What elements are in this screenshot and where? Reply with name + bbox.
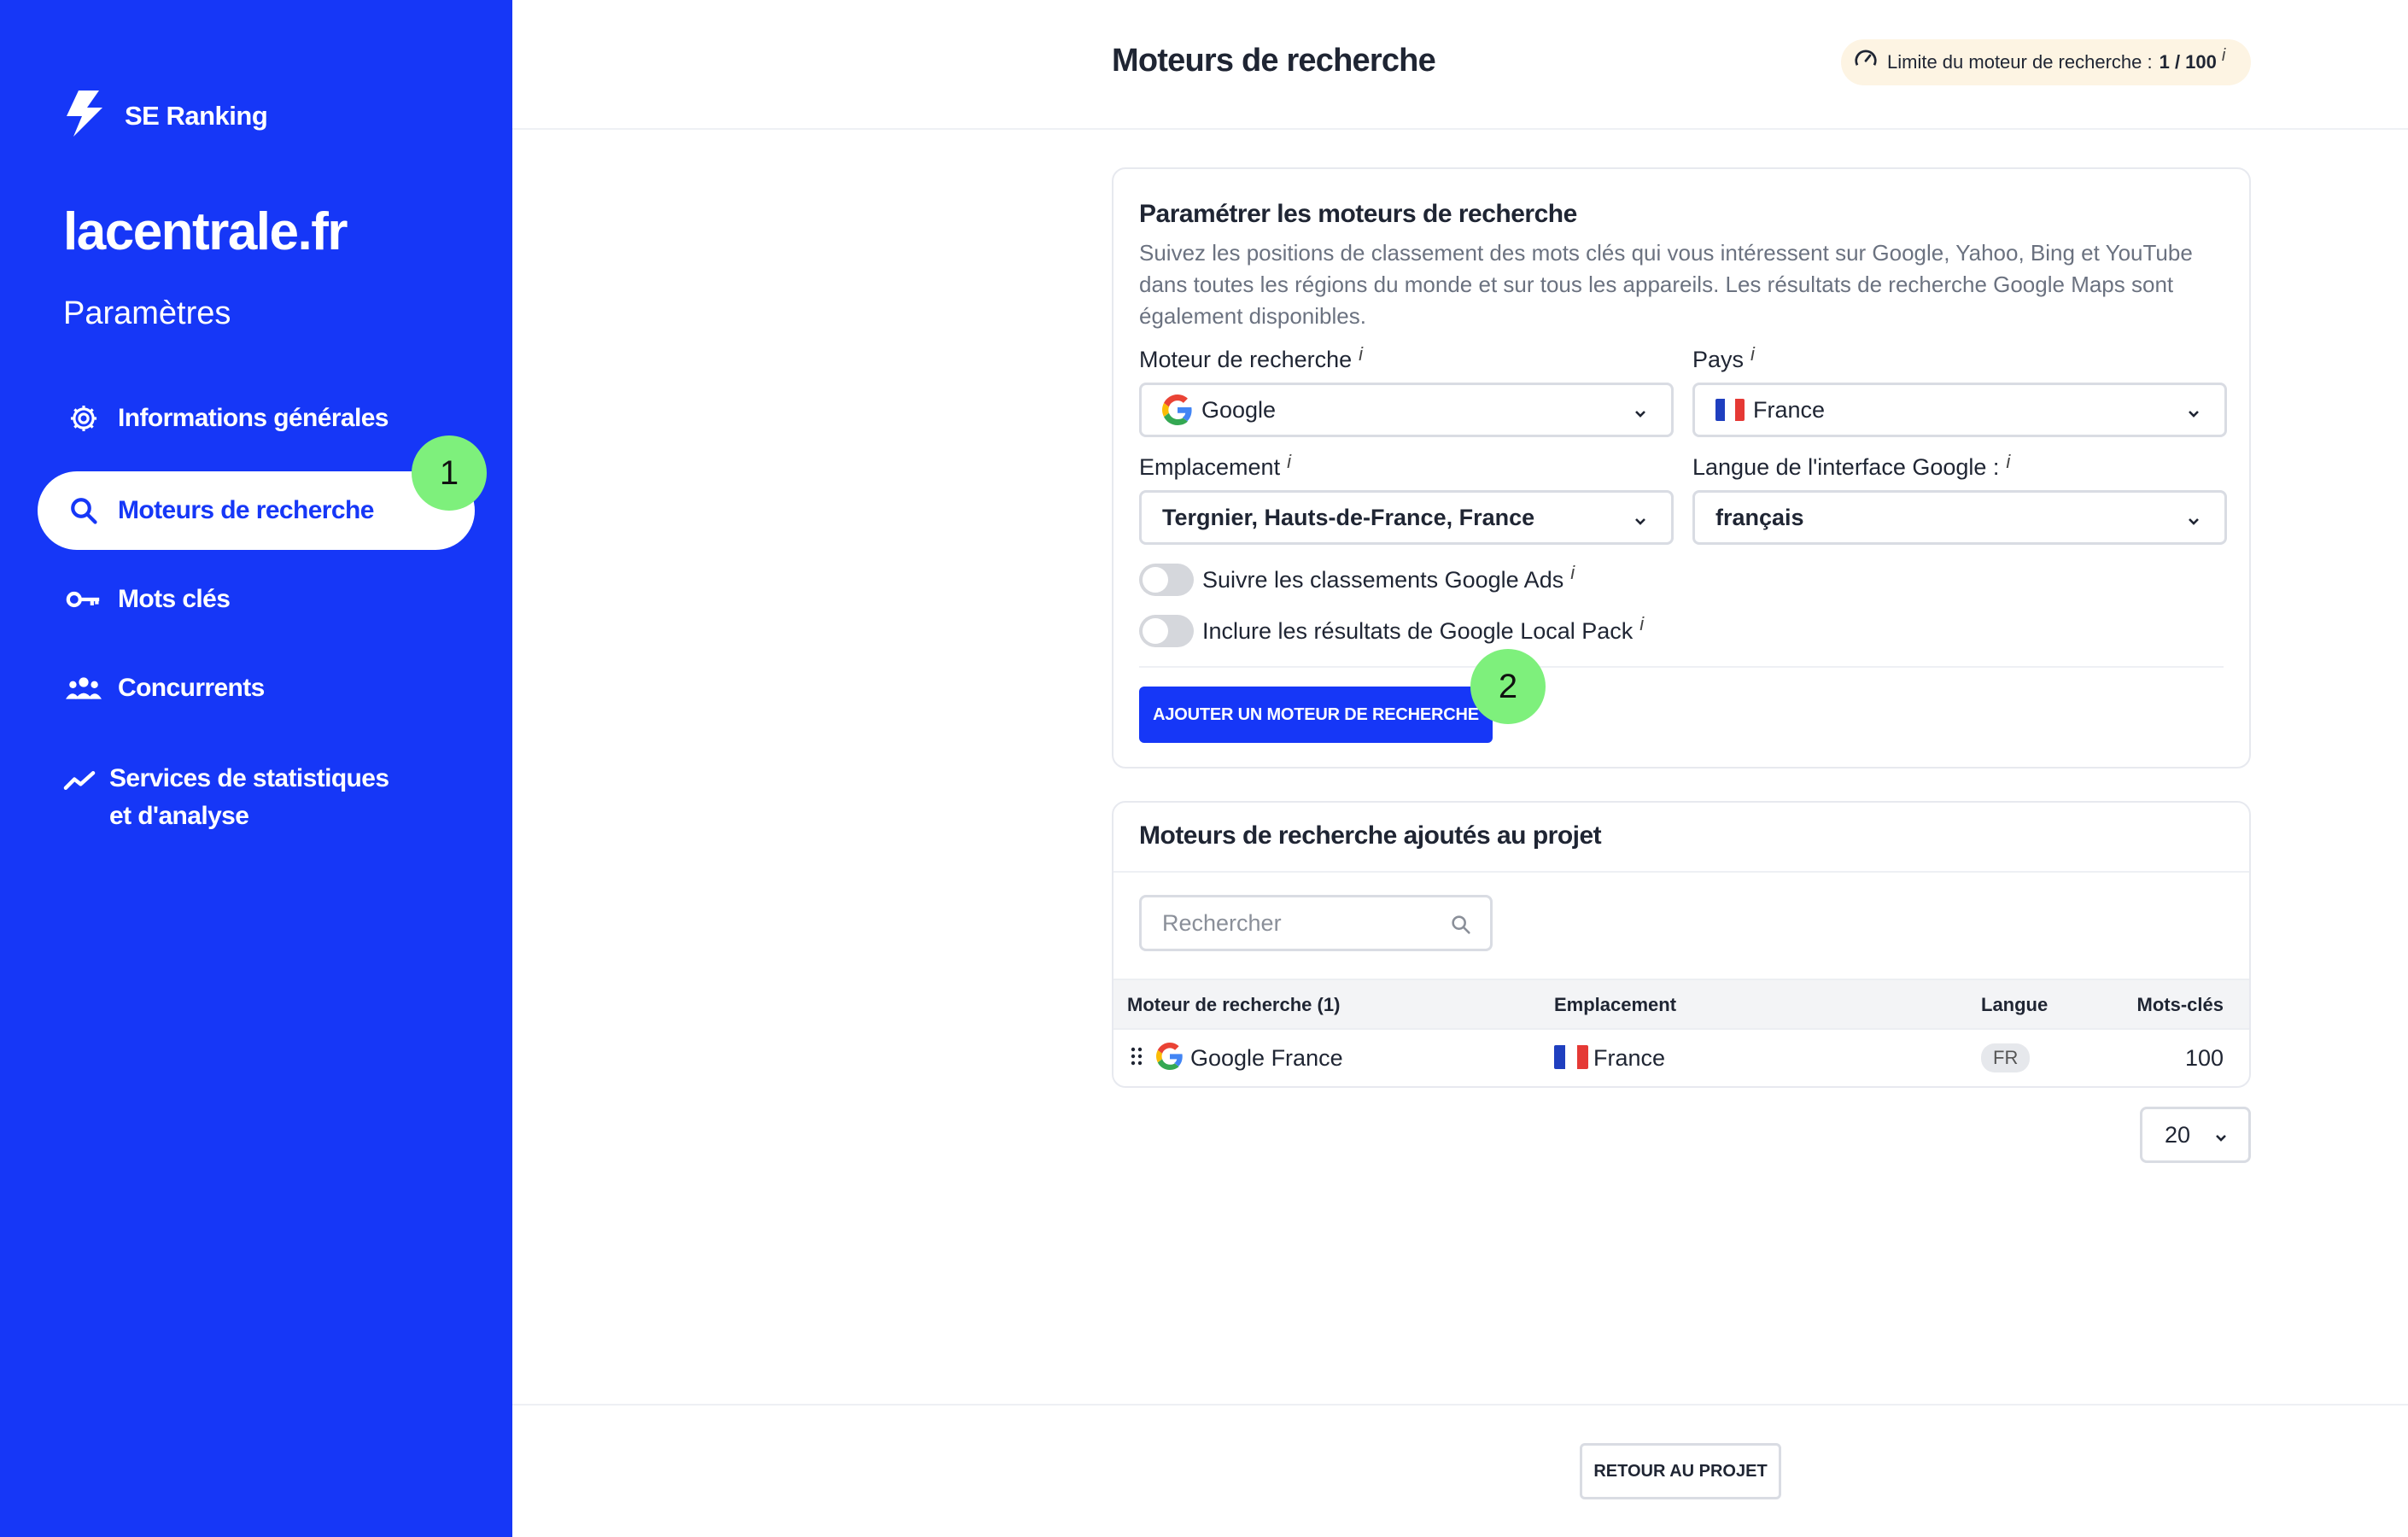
chevron-down-icon xyxy=(1632,402,1649,429)
search-engine-settings-card: Paramétrer les moteurs de recherche Suiv… xyxy=(1112,167,2251,768)
speedometer-icon xyxy=(1853,47,1879,78)
toggle-label: Inclure les résultats de Google Local Pa… xyxy=(1202,617,1634,644)
search-placeholder: Rechercher xyxy=(1162,909,1282,936)
france-flag-icon xyxy=(1715,399,1745,421)
info-icon[interactable]: i xyxy=(1570,562,1575,584)
country-select[interactable]: France xyxy=(1692,383,2227,437)
users-icon xyxy=(63,668,104,709)
sidebar-item-label: Concurrents xyxy=(118,674,265,702)
card-divider xyxy=(1113,871,2249,873)
language-label: Langue de l'interface Google : i xyxy=(1692,451,2010,481)
info-icon[interactable]: i xyxy=(2006,451,2010,472)
info-icon[interactable]: i xyxy=(2222,46,2225,66)
google-icon xyxy=(1162,394,1193,425)
key-icon xyxy=(63,579,104,620)
search-icon xyxy=(63,490,104,531)
column-header-engine[interactable]: Moteur de recherche (1) xyxy=(1127,994,1340,1016)
chevron-down-icon xyxy=(2212,1126,2230,1153)
column-header-location[interactable]: Emplacement xyxy=(1554,994,1676,1016)
engine-label: Moteur de recherche i xyxy=(1139,343,1363,373)
location-select[interactable]: Tergnier, Hauts-de-France, France xyxy=(1139,490,1674,545)
country-value: France xyxy=(1753,396,1826,423)
step-marker-1: 1 xyxy=(412,435,487,511)
brand-logo[interactable]: SE Ranking xyxy=(61,89,268,143)
back-to-project-button[interactable]: RETOUR AU PROJET xyxy=(1580,1443,1781,1499)
page-size-value: 20 xyxy=(2165,1121,2191,1148)
sidebar-item-search-engines[interactable]: Moteurs de recherche xyxy=(38,471,475,550)
brand-name: SE Ranking xyxy=(125,100,268,131)
add-search-engine-button[interactable]: AJOUTER UN MOTEUR DE RECHERCHE xyxy=(1139,687,1493,743)
toggle-label: Suivre les classements Google Ads xyxy=(1202,566,1564,593)
settings-description: Suivez les positions de classement des m… xyxy=(1139,240,2193,329)
drag-handle-icon[interactable] xyxy=(1131,1045,1143,1072)
limit-label: Limite du moteur de recherche : xyxy=(1887,51,2153,73)
chevron-down-icon xyxy=(2185,402,2202,429)
info-icon[interactable]: i xyxy=(1359,343,1363,365)
sidebar-item-label: Mots clés xyxy=(118,585,231,613)
sidebar: SE Ranking lacentrale.fr Paramètres Info… xyxy=(0,0,512,1537)
chevron-down-icon xyxy=(1632,510,1649,536)
language-value: français xyxy=(1715,504,1804,530)
search-icon xyxy=(1449,913,1473,943)
step-marker-2: 2 xyxy=(1470,649,1546,724)
project-name: lacentrale.fr xyxy=(63,202,348,261)
country-label: Pays i xyxy=(1692,343,1755,373)
page-title: Moteurs de recherche xyxy=(1112,43,1436,79)
section-label: Paramètres xyxy=(63,295,231,331)
info-icon[interactable]: i xyxy=(1639,613,1644,635)
header-divider xyxy=(512,128,2408,130)
location-label-text: Emplacement xyxy=(1139,454,1281,480)
engine-label-text: Moteur de recherche xyxy=(1139,347,1353,372)
location-value: Tergnier, Hauts-de-France, France xyxy=(1162,504,1535,530)
column-header-language[interactable]: Langue xyxy=(1981,994,2048,1016)
info-icon[interactable]: i xyxy=(1750,343,1755,365)
language-badge: FR xyxy=(1981,1043,2031,1072)
local-pack-switch[interactable] xyxy=(1139,615,1194,647)
google-icon xyxy=(1156,1043,1184,1076)
footer-divider xyxy=(512,1404,2408,1406)
row-location: France xyxy=(1593,1045,1666,1071)
sidebar-item-general[interactable]: Informations générales xyxy=(38,379,475,458)
info-icon[interactable]: i xyxy=(1287,451,1291,472)
france-flag-icon xyxy=(1554,1045,1588,1075)
sidebar-item-label: Moteurs de recherche xyxy=(118,496,374,524)
engine-value: Google xyxy=(1201,396,1277,423)
trend-icon xyxy=(63,760,96,801)
row-engine: Google France xyxy=(1190,1045,1343,1071)
location-label: Emplacement i xyxy=(1139,451,1291,481)
sidebar-item-competitors[interactable]: Concurrents xyxy=(38,649,475,728)
settings-divider xyxy=(1139,666,2224,668)
column-header-keywords[interactable]: Mots-clés xyxy=(2137,994,2224,1016)
sidebar-item-analytics[interactable]: Services de statistiques et d'analyse xyxy=(38,760,396,842)
table-header: Moteur de recherche (1) Emplacement Lang… xyxy=(1113,979,2249,1030)
page-size-select[interactable]: 20 xyxy=(2140,1107,2251,1163)
language-select[interactable]: français xyxy=(1692,490,2227,545)
toggle-local-pack[interactable]: Inclure les résultats de Google Local Pa… xyxy=(1139,613,1644,647)
sidebar-item-label: Services de statistiques et d'analyse xyxy=(109,764,389,830)
google-ads-switch[interactable] xyxy=(1139,564,1194,596)
search-engine-limit: Limite du moteur de recherche : 1 / 100 … xyxy=(1841,39,2251,85)
settings-title: Paramétrer les moteurs de recherche xyxy=(1139,200,1577,228)
engine-select[interactable]: Google xyxy=(1139,383,1674,437)
language-label-text: Langue de l'interface Google : xyxy=(1692,454,2000,480)
table-row[interactable]: Google France France FR 100 xyxy=(1113,1030,2249,1086)
gear-icon xyxy=(63,398,104,439)
added-engines-card: Moteurs de recherche ajoutés au projet R… xyxy=(1112,801,2251,1088)
search-input[interactable]: Rechercher xyxy=(1139,895,1493,951)
sidebar-item-label: Informations générales xyxy=(118,404,389,432)
added-engines-title: Moteurs de recherche ajoutés au projet xyxy=(1139,821,1602,850)
lightning-icon xyxy=(61,89,109,143)
toggle-google-ads[interactable]: Suivre les classements Google Ads i xyxy=(1139,562,1575,596)
chevron-down-icon xyxy=(2185,510,2202,536)
limit-value: 1 / 100 xyxy=(2159,51,2217,73)
country-label-text: Pays xyxy=(1692,347,1745,372)
row-keywords: 100 xyxy=(2184,1045,2224,1071)
sidebar-item-keywords[interactable]: Mots clés xyxy=(38,560,475,639)
